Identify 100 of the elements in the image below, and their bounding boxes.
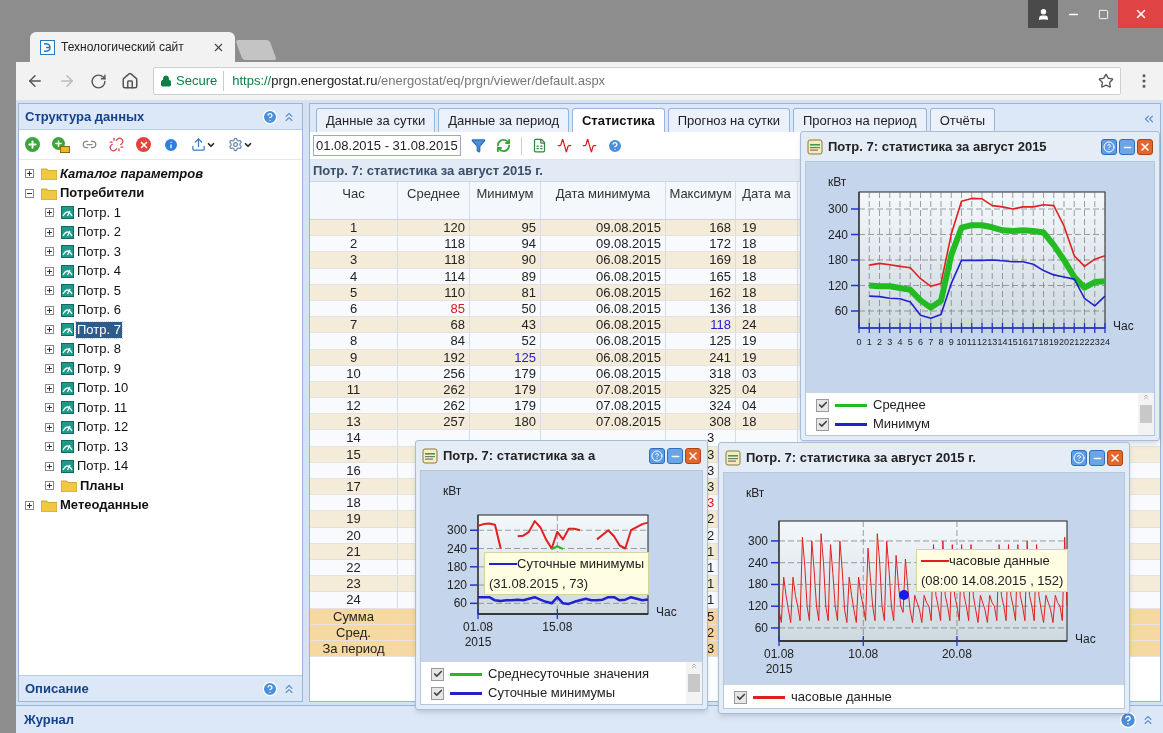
spreadsheet-icon[interactable] xyxy=(531,138,547,153)
tree-item[interactable]: Потр. 7 xyxy=(76,321,122,338)
close-button[interactable] xyxy=(685,448,701,464)
checkbox[interactable] xyxy=(431,686,444,700)
chart-icon[interactable] xyxy=(581,138,597,153)
checkbox[interactable] xyxy=(816,398,829,412)
tab[interactable]: Прогноз на сутки xyxy=(667,108,790,132)
tab[interactable]: Отчёты xyxy=(929,108,996,132)
tab[interactable]: Прогноз на период xyxy=(792,108,927,132)
column-header[interactable]: Час xyxy=(310,182,398,219)
expand-icon[interactable] xyxy=(45,247,54,257)
unlink-icon[interactable] xyxy=(109,137,124,152)
help-button[interactable] xyxy=(1101,139,1117,155)
scrollbar[interactable] xyxy=(1138,393,1154,435)
tree-item[interactable]: Планы xyxy=(79,477,125,494)
checkbox[interactable] xyxy=(431,667,444,681)
tree-item[interactable]: Потребители xyxy=(59,185,146,202)
address-bar[interactable]: Secure https://prgn.energostat.ru/energostat/eq/prgn/viewer/default.aspx xyxy=(153,67,1121,95)
help-button[interactable] xyxy=(1071,450,1087,466)
expand-icon[interactable] xyxy=(45,227,54,237)
help-icon[interactable] xyxy=(606,137,623,154)
collapse-icon[interactable] xyxy=(25,188,34,198)
tree-item[interactable]: Потр. 14 xyxy=(76,458,130,475)
tree-item[interactable]: Потр. 6 xyxy=(76,302,122,319)
bookmark-icon[interactable] xyxy=(1098,73,1114,89)
profile-button[interactable] xyxy=(1028,0,1058,28)
minimize-button[interactable] xyxy=(1089,450,1105,466)
table-cell: 2 xyxy=(707,624,715,640)
expand-icon[interactable] xyxy=(45,266,54,276)
reload-icon[interactable] xyxy=(90,72,107,90)
column-header[interactable]: Максимум xyxy=(666,182,736,219)
date-range-field[interactable]: 01.08.2015 - 31.08.2015 xyxy=(313,135,461,156)
tab[interactable]: Данные за сутки xyxy=(316,108,436,132)
add-icon[interactable] xyxy=(25,137,40,152)
expand-icon[interactable] xyxy=(45,422,54,432)
filter-icon[interactable] xyxy=(470,138,486,153)
tree-item[interactable]: Потр. 13 xyxy=(76,438,130,455)
info-icon[interactable] xyxy=(163,136,179,153)
tick-label: 8 xyxy=(938,337,944,347)
expand-icon[interactable] xyxy=(45,481,54,491)
upload-icon[interactable] xyxy=(191,137,216,152)
minimize-button[interactable] xyxy=(667,448,683,464)
tab[interactable]: Статистика xyxy=(571,108,665,132)
tick-label: 01.08 2015 xyxy=(463,620,493,649)
expand-icon[interactable] xyxy=(45,403,54,413)
expand-icon[interactable] xyxy=(45,305,54,315)
tree-item[interactable]: Потр. 12 xyxy=(76,419,130,436)
tree-item[interactable]: Потр. 8 xyxy=(76,341,122,358)
refresh-icon[interactable] xyxy=(495,138,511,153)
home-icon[interactable] xyxy=(121,72,139,90)
help-icon[interactable] xyxy=(262,108,278,125)
add-folder-icon[interactable] xyxy=(52,136,70,153)
tree-item[interactable]: Потр. 4 xyxy=(76,263,122,280)
expand-icon[interactable] xyxy=(45,286,54,296)
tick-label: 13 xyxy=(987,337,998,347)
legend-label: Среднее xyxy=(873,396,926,415)
help-button[interactable] xyxy=(649,448,665,464)
checkbox[interactable] xyxy=(734,690,747,704)
help-icon[interactable] xyxy=(262,680,278,697)
expand-icon[interactable] xyxy=(45,364,54,374)
tree-item[interactable]: Потр. 2 xyxy=(76,224,122,241)
column-header[interactable]: Минимум xyxy=(470,182,541,219)
column-header[interactable]: Дата ма xyxy=(736,182,798,219)
column-header[interactable]: Дата минимума xyxy=(541,182,666,219)
tree-item[interactable]: Потр. 5 xyxy=(76,282,122,299)
tree-item[interactable]: Потр. 3 xyxy=(76,243,122,260)
close-button[interactable] xyxy=(1107,450,1123,466)
settings-icon[interactable] xyxy=(228,137,253,152)
tree-item[interactable]: Метеоданные xyxy=(59,497,150,514)
tab[interactable]: Данные за период xyxy=(438,108,569,132)
minimize-button[interactable] xyxy=(1119,139,1135,155)
expand-icon[interactable] xyxy=(45,325,54,335)
back-icon[interactable] xyxy=(26,72,44,90)
expand-icon[interactable] xyxy=(45,208,54,218)
expand-icon[interactable] xyxy=(25,500,34,510)
help-icon[interactable] xyxy=(1119,710,1137,729)
window-title: Потр. 7: статистика за а xyxy=(443,447,597,466)
delete-icon[interactable] xyxy=(136,137,151,152)
checkbox[interactable] xyxy=(816,417,829,431)
tree-item[interactable]: Потр. 1 xyxy=(76,204,122,221)
table-cell: 3 xyxy=(707,479,715,494)
expand-icon[interactable] xyxy=(45,442,54,452)
close-button[interactable] xyxy=(1137,139,1153,155)
table-cell: 10 xyxy=(346,365,361,381)
table-cell: 110 xyxy=(444,284,465,300)
browser-tab[interactable]: Технологический сайт xyxy=(30,32,235,62)
expand-icon[interactable] xyxy=(45,383,54,393)
table-cell: 325 xyxy=(709,381,731,397)
table-cell: 03 xyxy=(742,365,757,381)
chart-icon[interactable] xyxy=(556,138,572,153)
table-cell: 89 xyxy=(521,268,536,284)
column-header[interactable]: Среднее xyxy=(398,182,470,219)
tree-item[interactable]: Каталог параметров xyxy=(59,165,205,182)
tree-item[interactable]: Потр. 11 xyxy=(76,399,129,416)
scrollbar[interactable] xyxy=(686,662,702,704)
expand-icon[interactable] xyxy=(45,461,54,471)
expand-icon[interactable] xyxy=(45,344,54,354)
tree-item[interactable]: Потр. 9 xyxy=(76,360,122,377)
tree-item[interactable]: Потр. 10 xyxy=(76,380,130,397)
expand-icon[interactable] xyxy=(25,169,34,179)
